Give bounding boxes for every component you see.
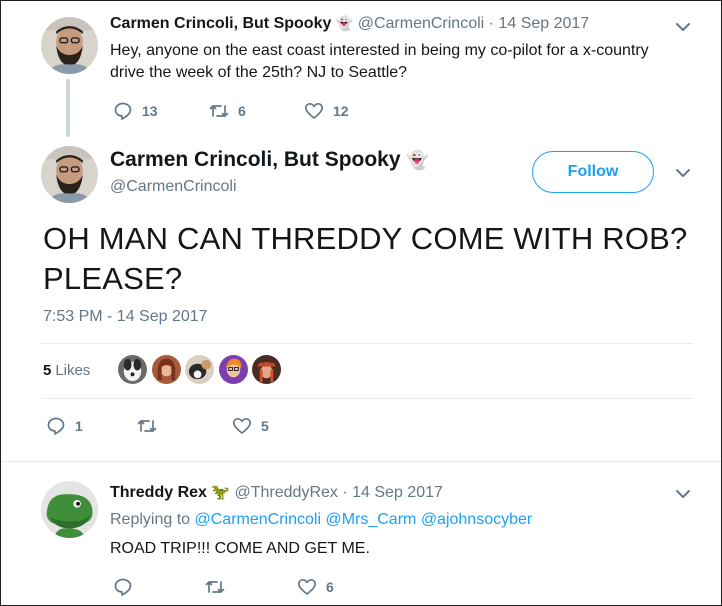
avatar[interactable] — [41, 146, 98, 203]
user-handle[interactable]: @CarmenCrincoli — [110, 178, 237, 196]
retweet-icon — [137, 420, 157, 432]
tweet-date[interactable]: 14 Sep 2017 — [498, 15, 589, 32]
retweet-button[interactable]: 6 — [209, 101, 304, 121]
display-name[interactable]: Threddy Rex — [110, 484, 207, 501]
separator: · — [342, 484, 348, 501]
replying-to: Replying to @CarmenCrincoli @Mrs_Carm @a… — [110, 511, 532, 529]
ghost-emoji-icon: 👻 — [406, 150, 429, 170]
tweet-actions: 13 6 12 — [113, 101, 349, 121]
divider — [41, 343, 693, 344]
like-button[interactable]: 5 — [232, 416, 269, 436]
follow-button[interactable]: Follow — [532, 151, 654, 193]
liker-avatar[interactable] — [219, 355, 248, 384]
retweet-button[interactable] — [137, 416, 232, 436]
tweet-actions: 1 5 — [46, 416, 269, 436]
thread-connector — [66, 79, 70, 137]
display-name[interactable]: Carmen Crincoli, But Spooky — [110, 15, 331, 32]
chevron-down-icon[interactable] — [673, 163, 693, 183]
tweet-header: Carmen Crincoli, But Spooky 👻 @CarmenCri… — [110, 15, 589, 33]
divider — [41, 398, 693, 399]
heart-icon — [232, 417, 252, 434]
divider — [1, 461, 721, 462]
tweet-header: Carmen Crincoli, But Spooky 👻 — [110, 148, 429, 172]
likes-label: Likes — [55, 361, 91, 379]
likes-summary[interactable]: 5 Likes — [43, 353, 90, 387]
tweet-timestamp[interactable]: 7:53 PM - 14 Sep 2017 — [43, 308, 208, 326]
ghost-emoji-icon: 👻 — [335, 15, 354, 31]
mention-link[interactable]: @Mrs_Carm — [325, 511, 416, 528]
reply-button[interactable]: 1 — [46, 416, 137, 436]
reply-count: 1 — [75, 418, 83, 434]
mention-link[interactable]: @ajohnsocyber — [421, 511, 532, 528]
avatar[interactable] — [41, 481, 98, 538]
likes-count: 5 — [43, 361, 52, 379]
retweet-count: 6 — [238, 103, 246, 119]
chevron-down-icon[interactable] — [673, 484, 693, 504]
like-count: 6 — [326, 579, 334, 595]
display-name[interactable]: Carmen Crincoli, But Spooky — [110, 148, 401, 171]
liker-avatar[interactable] — [152, 355, 181, 384]
avatar-image — [41, 146, 98, 203]
tweet-text: OH MAN CAN THREDDY COME WITH ROB? PLEASE… — [43, 221, 688, 296]
heart-icon — [297, 578, 317, 595]
like-button[interactable]: 6 — [297, 577, 334, 597]
reply-button[interactable]: 13 — [113, 101, 209, 121]
chevron-down-icon[interactable] — [673, 17, 693, 37]
like-button[interactable]: 12 — [304, 101, 349, 121]
heart-icon — [304, 102, 324, 119]
reply-icon — [114, 578, 132, 596]
liker-avatar[interactable] — [185, 355, 214, 384]
tweet-conversation: Carmen Crincoli, But Spooky 👻 @CarmenCri… — [0, 0, 722, 606]
avatar-image — [41, 481, 98, 538]
reply-icon — [114, 102, 132, 120]
replying-to-label: Replying to — [110, 511, 191, 528]
reply-icon — [47, 417, 65, 435]
separator: · — [488, 15, 494, 32]
retweet-icon — [209, 105, 229, 117]
avatar-image — [41, 17, 98, 74]
reply-count: 13 — [142, 103, 158, 119]
user-handle[interactable]: @CarmenCrincoli — [358, 15, 485, 32]
mention-link[interactable]: @CarmenCrincoli — [195, 511, 322, 528]
like-count: 12 — [333, 103, 349, 119]
tweet-date[interactable]: 14 Sep 2017 — [352, 484, 443, 501]
tweet-actions: 6 — [113, 577, 334, 597]
tweet-text: ROAD TRIP!!! COME AND GET ME. — [110, 540, 370, 557]
reply-button[interactable] — [113, 577, 205, 597]
like-count: 5 — [261, 418, 269, 434]
retweet-button[interactable] — [205, 577, 297, 597]
liker-avatar[interactable] — [118, 355, 147, 384]
tweet-text: Hey, anyone on the east coast interested… — [110, 42, 649, 81]
user-handle[interactable]: @ThreddyRex — [235, 484, 338, 501]
retweet-icon — [205, 581, 225, 593]
tweet-header: Threddy Rex 🦖 @ThreddyRex · 14 Sep 2017 — [110, 483, 443, 502]
avatar[interactable] — [41, 17, 98, 74]
liker-avatar[interactable] — [252, 355, 281, 384]
dinosaur-emoji-icon: 🦖 — [211, 484, 231, 501]
